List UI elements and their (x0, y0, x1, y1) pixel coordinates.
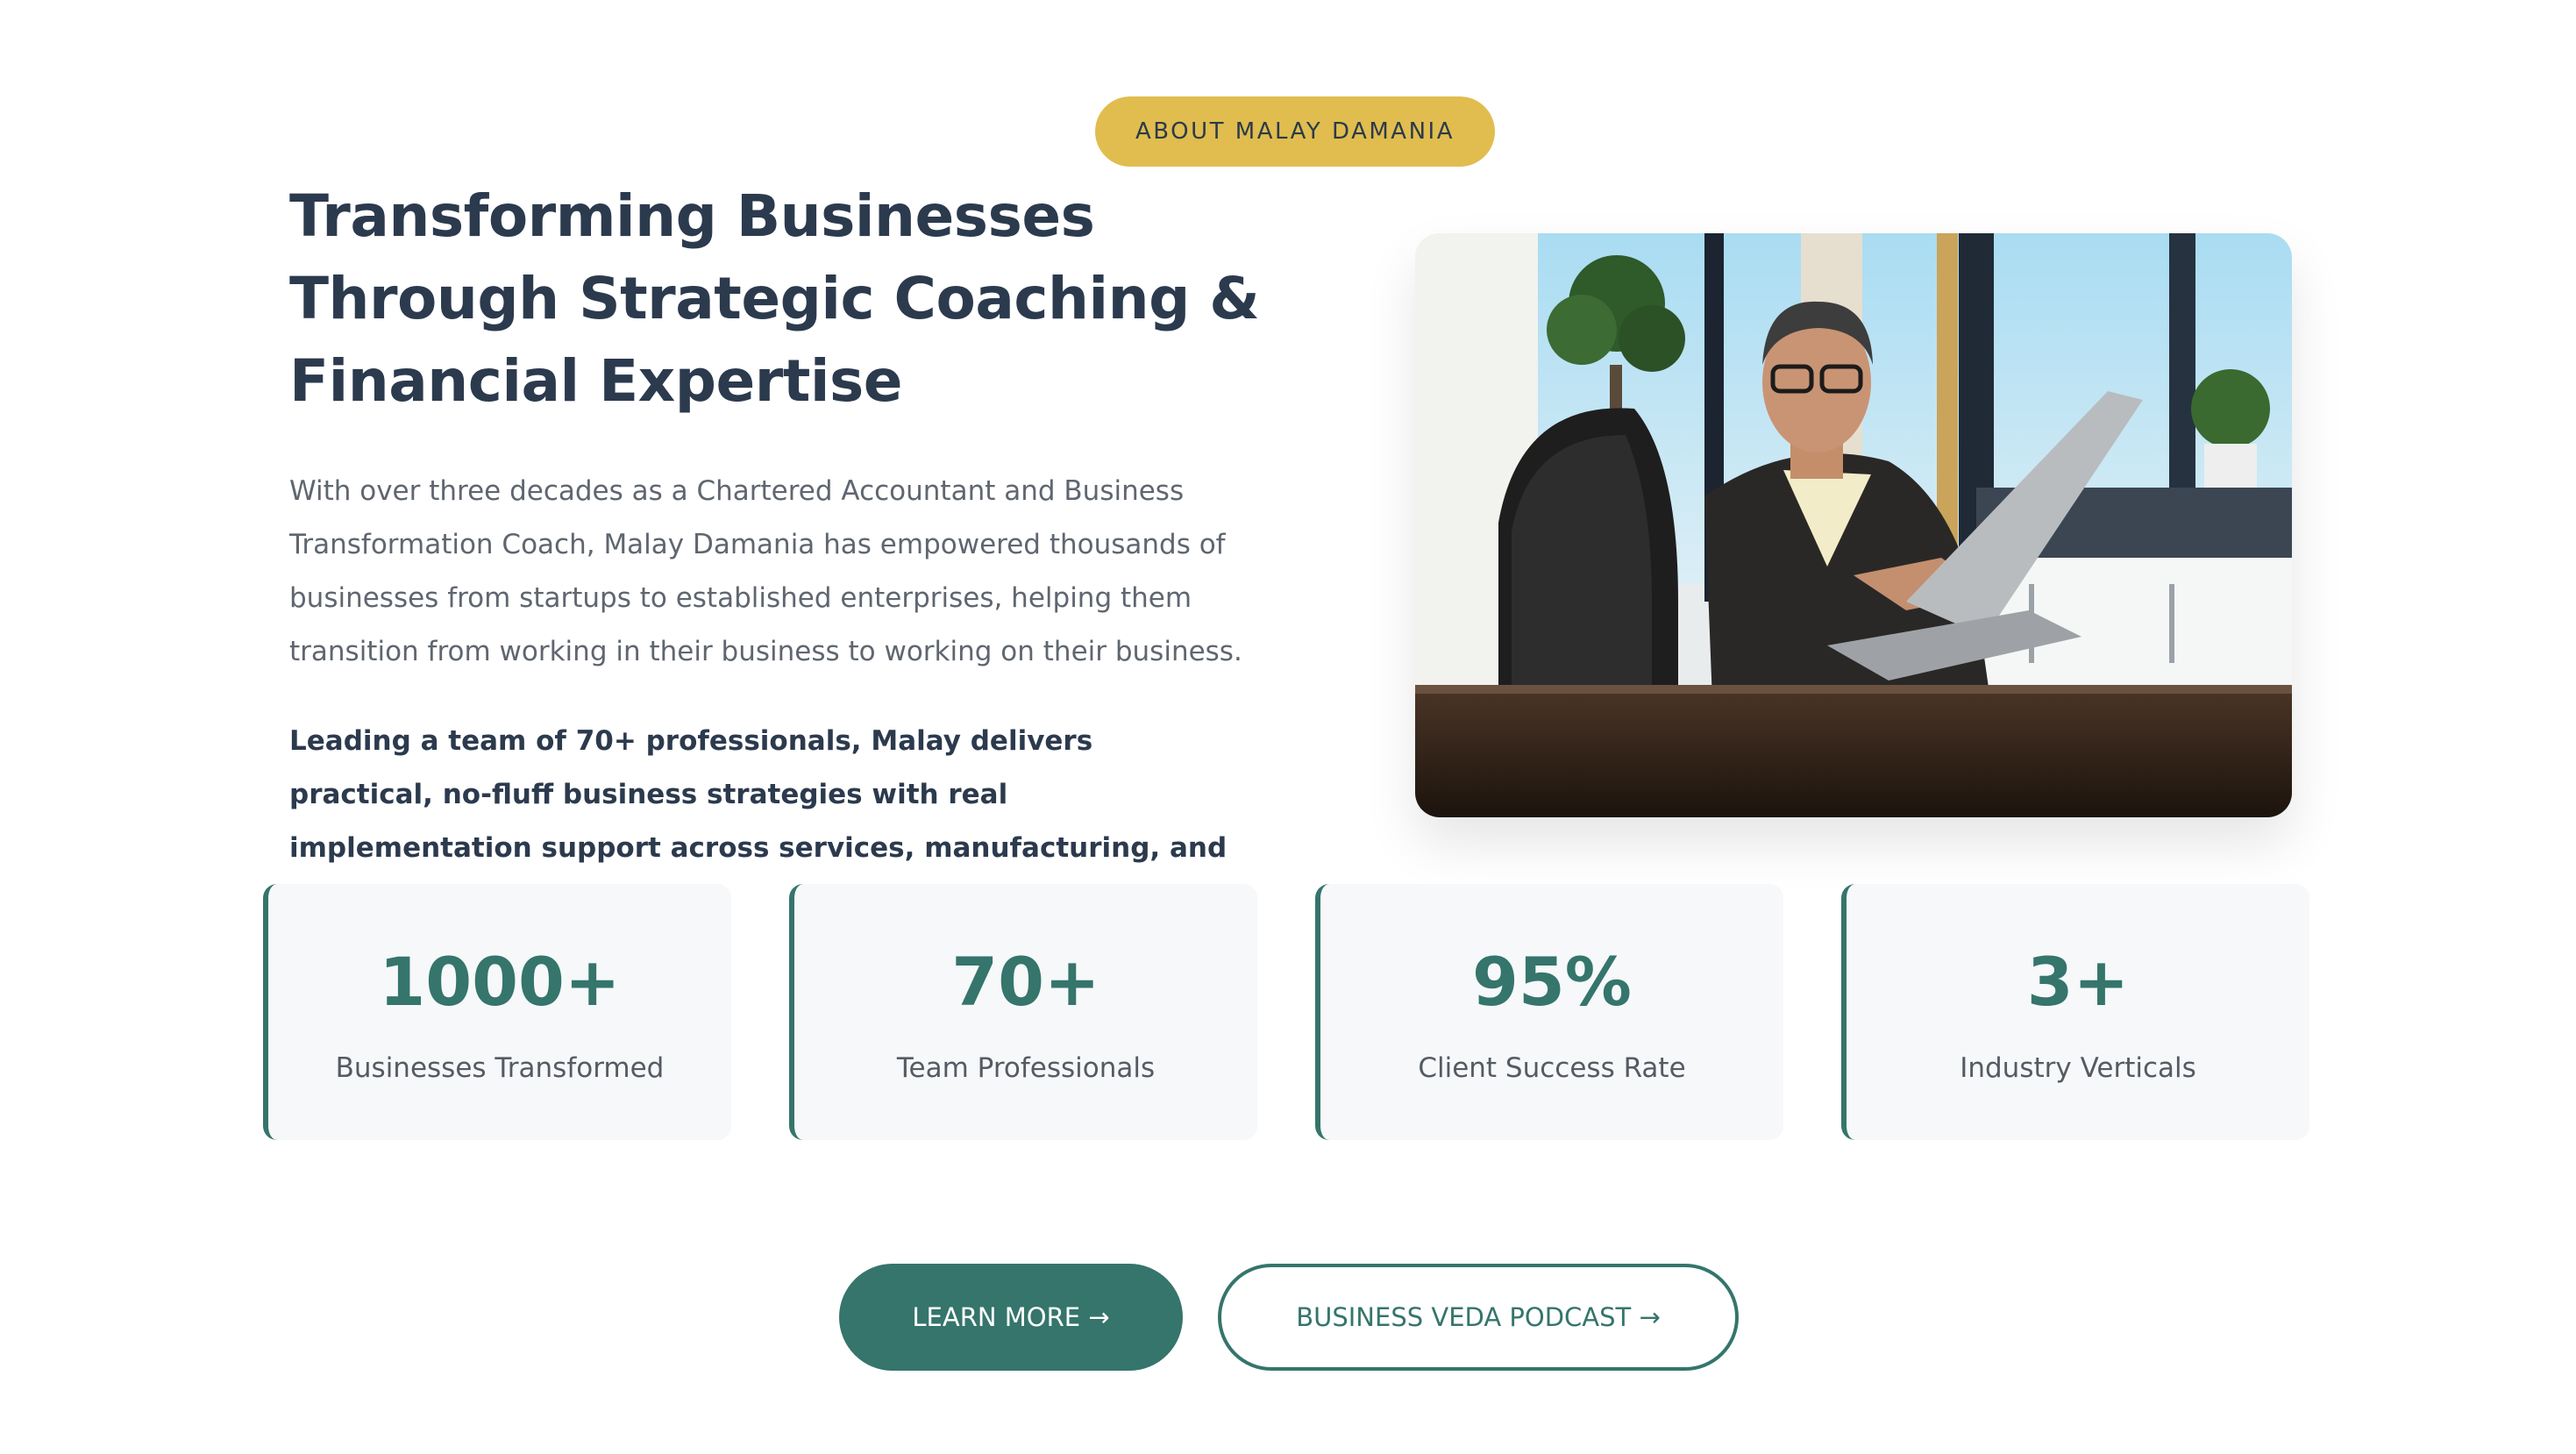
title-line-3: Financial Expertise (289, 347, 903, 415)
stat-value: 3+ (2026, 943, 2130, 1021)
stat-card-industries: 3+ Industry Verticals (1841, 884, 2309, 1140)
title-line-1: Transforming Businesses (289, 182, 1095, 250)
stat-label: Team Professionals (896, 1052, 1156, 1084)
title-line-2: Through Strategic Coaching & (289, 265, 1260, 332)
page-title: Transforming Businesses Through Strategi… (289, 175, 1324, 423)
stat-card-businesses: 1000+ Businesses Transformed (263, 884, 731, 1140)
stat-label: Industry Verticals (1960, 1052, 2196, 1084)
stat-value: 1000+ (379, 943, 621, 1021)
section-badge: ABOUT MALAY DAMANIA (1095, 96, 1495, 167)
podcast-button[interactable]: BUSINESS VEDA PODCAST → (1218, 1264, 1739, 1371)
stat-label: Businesses Transformed (335, 1052, 665, 1084)
stat-card-success-rate: 95% Client Success Rate (1315, 884, 1783, 1140)
intro-paragraph: With over three decades as a Chartered A… (289, 475, 1242, 667)
stat-value: 95% (1472, 943, 1632, 1021)
portrait-photo (1415, 233, 2292, 817)
portrait-illustration (1415, 233, 2292, 817)
stat-value: 70+ (951, 943, 1100, 1021)
stat-card-team: 70+ Team Professionals (789, 884, 1257, 1140)
stat-label: Client Success Rate (1418, 1052, 1686, 1084)
learn-more-button[interactable]: LEARN MORE → (839, 1264, 1183, 1371)
